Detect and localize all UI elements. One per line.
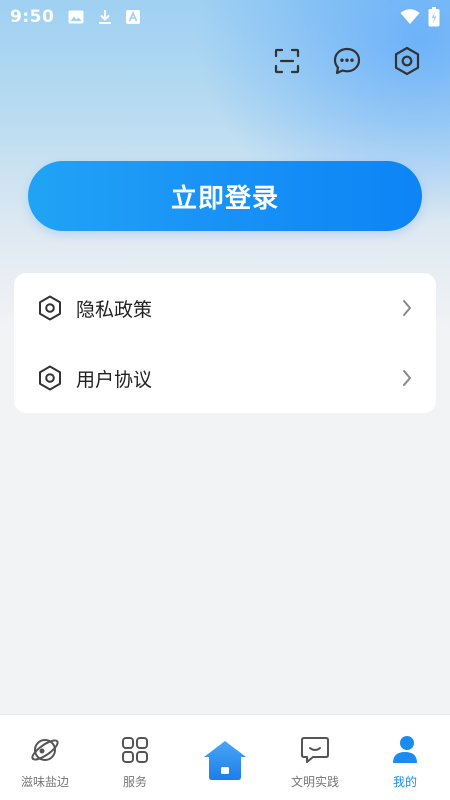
chevron-right-icon <box>400 298 414 318</box>
hexagon-gear-icon <box>36 364 64 392</box>
scan-button[interactable] <box>272 46 302 80</box>
status-system-icons <box>400 7 440 27</box>
menu-item-user-agreement[interactable]: 用户协议 <box>14 343 436 413</box>
nav-label: 我的 <box>392 775 417 789</box>
status-bar: 9:50 <box>0 0 450 34</box>
image-icon <box>68 10 84 24</box>
nav-label: 滋味盐边 <box>20 775 69 789</box>
nav-item-ziwei-yanbian[interactable]: 滋味盐边 <box>0 715 90 800</box>
message-icon <box>332 46 362 80</box>
scan-icon <box>274 48 300 78</box>
bottom-nav: 滋味盐边 服务 文明实践 我的 <box>0 714 450 800</box>
menu-item-privacy-policy[interactable]: 隐私政策 <box>14 273 436 343</box>
menu-item-label: 隐私政策 <box>76 298 153 321</box>
home-icon <box>202 737 248 783</box>
screen: 9:50 立即登录 隐私政策 用户协议 滋味盐边 服务 文明实践 我的 <box>0 0 450 800</box>
login-button-label: 立即登录 <box>170 183 279 214</box>
settings-button[interactable] <box>392 46 422 80</box>
planet-icon <box>28 733 62 767</box>
login-button[interactable]: 立即登录 <box>28 161 422 231</box>
chat-smile-icon <box>298 733 332 767</box>
wifi-icon <box>400 9 420 25</box>
nav-item-home[interactable] <box>180 715 270 800</box>
battery-charging-icon <box>428 7 440 27</box>
nav-item-civilization-practice[interactable]: 文明实践 <box>270 715 360 800</box>
settings-icon <box>393 46 421 80</box>
user-icon <box>388 733 422 767</box>
font-a-icon <box>126 10 141 24</box>
message-button[interactable] <box>332 46 362 80</box>
menu-item-label: 用户协议 <box>76 368 153 391</box>
download-icon <box>98 9 112 25</box>
chevron-right-icon <box>400 368 414 388</box>
nav-item-services[interactable]: 服务 <box>90 715 180 800</box>
header-actions <box>272 46 422 80</box>
nav-label: 服务 <box>122 775 147 789</box>
status-notification-icons <box>68 9 141 25</box>
nav-label: 文明实践 <box>290 775 339 789</box>
status-time: 9:50 <box>10 7 55 27</box>
grid-icon <box>118 733 152 767</box>
settings-menu-card: 隐私政策 用户协议 <box>14 273 436 413</box>
nav-item-mine[interactable]: 我的 <box>360 715 450 800</box>
hexagon-gear-icon <box>36 294 64 322</box>
